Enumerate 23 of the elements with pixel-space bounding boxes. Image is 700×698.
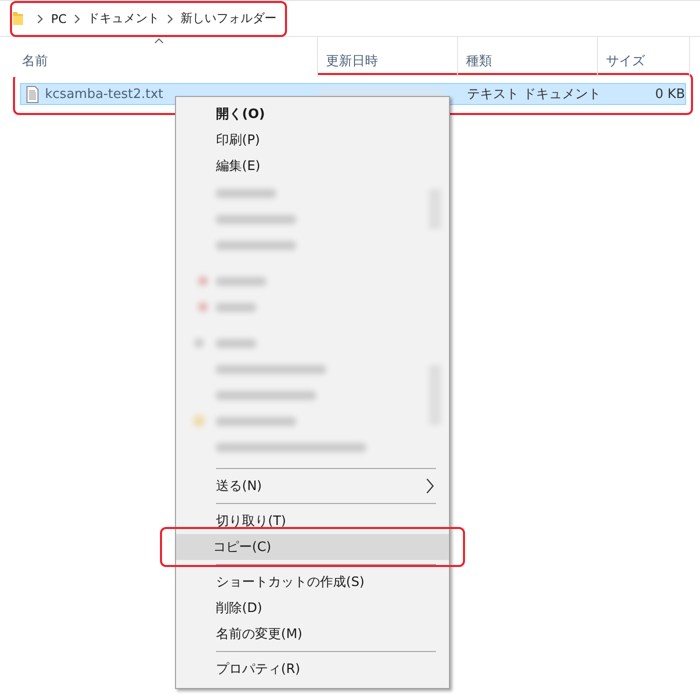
column-header[interactable]: 種類: [458, 37, 598, 77]
menu-item[interactable]: 削除(D): [179, 595, 446, 621]
menu-item[interactable]: 切り取り(T): [179, 508, 446, 534]
file-size: 0 KB: [655, 86, 685, 102]
text-file-icon: [26, 86, 39, 102]
breadcrumb-item[interactable]: ドキュメント: [86, 10, 162, 27]
menu-item[interactable]: プロパティ(R): [179, 656, 446, 682]
file-type: テキスト ドキュメント: [466, 87, 602, 102]
menu-item[interactable]: 編集(E): [179, 153, 446, 179]
column-header[interactable]: サイズ: [598, 37, 690, 77]
menu-item[interactable]: ショートカットの作成(S): [179, 569, 446, 595]
folder-icon: [12, 11, 24, 26]
chevron-icon[interactable]: [74, 14, 81, 24]
menu-item[interactable]: コピー(C): [176, 534, 449, 560]
column-header[interactable]: 更新日時: [318, 37, 458, 77]
menu-item[interactable]: 送る(N): [179, 473, 446, 499]
breadcrumb-item[interactable]: 新しいフォルダー: [178, 10, 279, 27]
file-name: kcsamba-test2.txt: [45, 86, 164, 102]
menu-item[interactable]: 印刷(P): [179, 127, 446, 153]
chevron-icon[interactable]: [166, 14, 174, 24]
menu-item[interactable]: 名前の変更(M): [179, 621, 446, 647]
breadcrumb-item[interactable]: PC: [49, 12, 69, 26]
chevron-icon[interactable]: [37, 14, 44, 24]
